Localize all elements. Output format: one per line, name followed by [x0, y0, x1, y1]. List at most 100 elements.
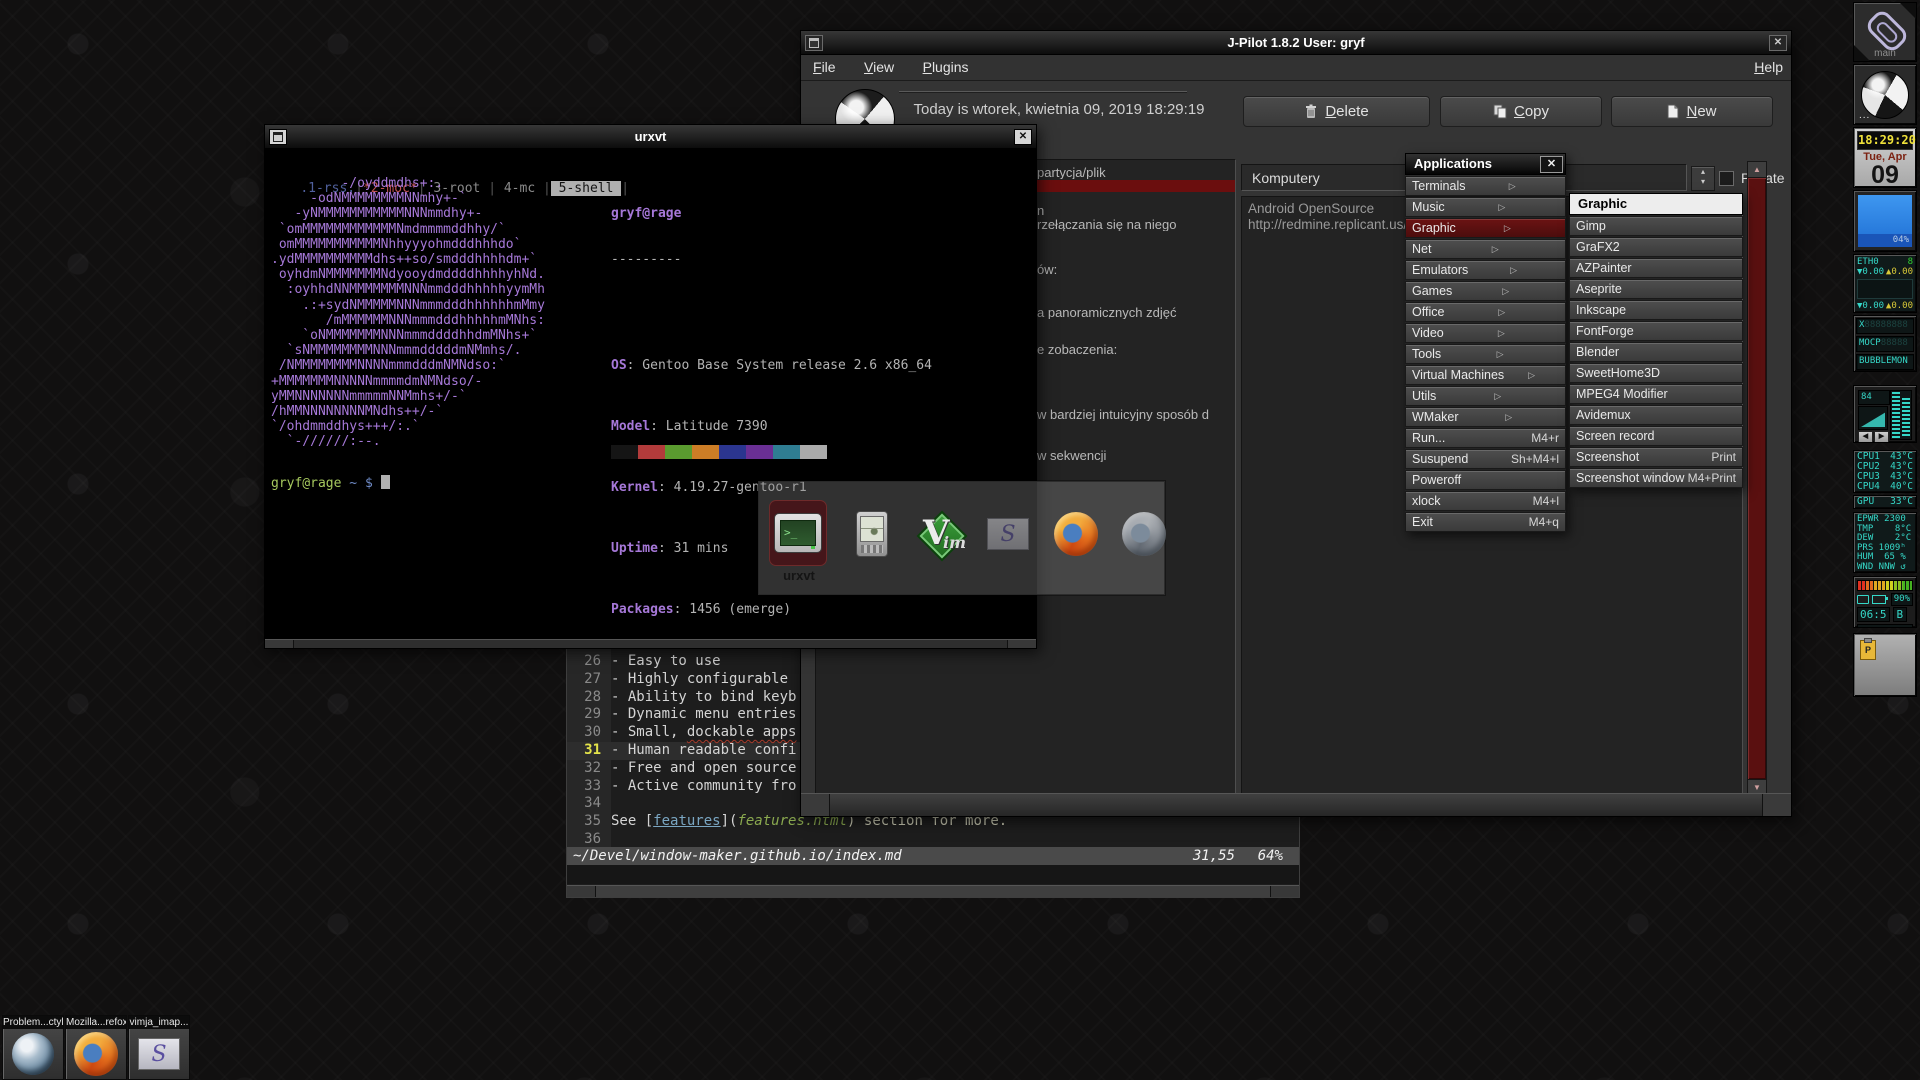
mixer-level-bars — [1890, 390, 1912, 440]
graphic-menu-item[interactable]: Blender — [1569, 342, 1743, 362]
applications-menu-item[interactable]: xlockM4+l — [1405, 491, 1566, 511]
applications-menu: Applications ✕ Terminals▷ Music▷ Graphic… — [1405, 153, 1566, 532]
menu-help[interactable]: Help — [1754, 59, 1783, 75]
jpilot-left-row[interactable]: partycja/plik — [1037, 165, 1235, 179]
applications-menu-item[interactable]: WMaker▷ — [1405, 407, 1566, 427]
menu-close-icon[interactable]: ✕ — [1540, 156, 1563, 173]
graphic-menu-item[interactable]: Screen record — [1569, 426, 1743, 446]
submenu-arrow-icon: ▷ — [1528, 370, 1535, 381]
switcher-item-urxvt[interactable]: >_ — [769, 500, 827, 566]
miniwindow-mail[interactable]: vimja_imap... S — [128, 1015, 190, 1080]
graphic-menu-item[interactable]: MPEG4 Modifier — [1569, 384, 1743, 404]
applications-menu-item[interactable]: SusupendSh+M4+l — [1405, 449, 1566, 469]
jpilot-resizebar[interactable] — [801, 793, 1791, 816]
jpilot-left-row[interactable]: rzełączania się na niego — [1037, 217, 1235, 231]
terminal-close-button[interactable]: ✕ — [1014, 129, 1032, 145]
jpilot-left-row[interactable]: ów: — [1037, 262, 1235, 276]
miniwindow-browser[interactable]: Problem...ctyl — [2, 1015, 64, 1080]
graphic-menu-item[interactable]: GraFX2 — [1569, 237, 1743, 257]
volume-wedge[interactable] — [1858, 406, 1888, 430]
miniaturize-icon — [273, 132, 283, 142]
clip-arrow-icon[interactable] — [1900, 3, 1916, 19]
applications-menu-item[interactable]: Music▷ — [1405, 197, 1566, 217]
palette-swatch — [638, 445, 665, 459]
graphic-menu-item[interactable]: AZPainter — [1569, 258, 1743, 278]
dock-weather-tile[interactable]: EPWR 2300 TMP 8°C DEW 2°C PRS 1009ʰ HUM … — [1853, 512, 1917, 573]
scroll-up-arrow[interactable]: ▲ — [1748, 162, 1766, 178]
delete-button[interactable]: Delete — [1243, 96, 1430, 127]
menu-file[interactable]: File — [801, 55, 848, 75]
graphic-menu-item[interactable]: Avidemux — [1569, 405, 1743, 425]
graphic-menu-item[interactable]: Screenshot windowM4+Print — [1569, 468, 1743, 488]
jpilot-miniaturize-button[interactable] — [805, 35, 823, 51]
graphic-menu-item[interactable]: FontForge — [1569, 321, 1743, 341]
applications-menu-item[interactable]: Poweroff — [1405, 470, 1566, 490]
trash-icon — [1304, 104, 1318, 119]
switcher-item-firefox[interactable] — [1047, 504, 1105, 564]
applications-menu-item[interactable]: Utils▷ — [1405, 386, 1566, 406]
mixer-next-button[interactable]: ▶ — [1874, 431, 1889, 443]
applications-menu-item[interactable]: Virtual Machines▷ — [1405, 365, 1566, 385]
dock-lcd-tile[interactable]: X88888888 MOCP88888 BUBBLEMON — [1853, 315, 1917, 372]
menu-view[interactable]: View — [852, 55, 906, 75]
terminal-resizebar[interactable] — [265, 639, 1036, 648]
combo-spinner[interactable]: ▴▾ — [1691, 166, 1715, 191]
dock-monitor-tile[interactable]: 04% — [1853, 190, 1917, 252]
applications-menu-item[interactable]: Terminals▷ — [1405, 176, 1566, 196]
terminal-miniaturize-button[interactable] — [269, 129, 287, 145]
new-button[interactable]: New — [1611, 96, 1773, 127]
clock-day: 09 — [1854, 163, 1916, 188]
copy-button[interactable]: Copy — [1440, 96, 1602, 127]
applications-menu-item[interactable]: Run...M4+r — [1405, 428, 1566, 448]
graphic-menu-item[interactable]: Inkscape — [1569, 300, 1743, 320]
dock-clip-tile[interactable]: main — [1853, 2, 1917, 62]
miniwindow-firefox[interactable]: Mozilla...refox — [65, 1015, 127, 1080]
dock-gpu-temp-tile[interactable]: GPU33°C — [1853, 495, 1917, 509]
applications-menu-item[interactable]: Graphic▷ — [1405, 218, 1566, 238]
mixer-prev-button[interactable]: ◀ — [1858, 431, 1873, 443]
menu-plugins[interactable]: Plugins — [911, 55, 981, 75]
dock-battery-tile[interactable]: 90% 06:5 B — [1853, 576, 1917, 628]
applications-menu-item[interactable]: Office▷ — [1405, 302, 1566, 322]
dock-cpu-temp-tile[interactable]: CPU143°C CPU243°C CPU343°C CPU440°C — [1853, 450, 1917, 493]
dock-ball-tile[interactable]: ... — [1853, 64, 1917, 125]
applications-menu-item[interactable]: Video▷ — [1405, 323, 1566, 343]
dock-clock-tile[interactable]: 18:29:20 Tue, Apr 09 — [1853, 127, 1917, 188]
dock-network-tile[interactable]: ETH08 ▼0.00▲0.00 ▼0.00▲0.00 — [1853, 254, 1917, 313]
applications-menu-item[interactable]: Net▷ — [1405, 239, 1566, 259]
terminal-titlebar[interactable]: urxvt ✕ — [265, 125, 1036, 149]
jpilot-titlebar[interactable]: J-Pilot 1.8.2 User: gryf ✕ — [801, 31, 1791, 55]
applications-menu-item[interactable]: Emulators▷ — [1405, 260, 1566, 280]
dock-notes-tile[interactable]: P — [1853, 633, 1917, 697]
private-checkbox[interactable] — [1719, 171, 1734, 186]
graphic-menu-item[interactable]: ScreenshotPrint — [1569, 447, 1743, 467]
jpilot-left-row[interactable]: a panoramicznych zdjęć — [1037, 305, 1235, 319]
graphic-menu-item[interactable]: Gimp — [1569, 216, 1743, 236]
mail-icon: S — [138, 1038, 180, 1070]
switcher-item-browser2[interactable] — [1115, 504, 1173, 564]
switcher-item-jpilot[interactable] — [843, 504, 901, 564]
applications-menu-title[interactable]: Applications ✕ — [1405, 153, 1566, 175]
switcher-item-vim[interactable]: Vim — [911, 504, 969, 564]
vim-resizebar[interactable] — [567, 885, 1299, 897]
palette-swatch — [692, 445, 719, 459]
scrollbar-thumb[interactable] — [1748, 178, 1766, 779]
graphic-submenu-title[interactable]: Graphic — [1569, 193, 1743, 215]
graphic-menu-item[interactable]: Aseprite — [1569, 279, 1743, 299]
applications-menu-item[interactable]: ExitM4+q — [1405, 512, 1566, 532]
jpilot-scrollbar[interactable]: ▲ ▼ — [1747, 161, 1767, 796]
jpilot-close-button[interactable]: ✕ — [1769, 35, 1787, 51]
net-graph — [1857, 279, 1913, 299]
switcher-item-mail[interactable]: S — [979, 504, 1037, 564]
jpilot-left-row[interactable]: e zobaczenia: — [1037, 342, 1235, 356]
dock-mixer-tile[interactable]: 84 ◀▶ — [1853, 385, 1917, 443]
applications-menu-item[interactable]: Games▷ — [1405, 281, 1566, 301]
applications-menu-item[interactable]: Tools▷ — [1405, 344, 1566, 364]
jpilot-left-row[interactable]: n — [1037, 203, 1235, 217]
submenu-arrow-icon: ▷ — [1498, 328, 1505, 339]
graphic-menu-item[interactable]: SweetHome3D — [1569, 363, 1743, 383]
jpilot-left-row[interactable]: w sekwencji — [1037, 448, 1235, 462]
jpilot-left-row[interactable]: w bardziej intuicyjny sposób d — [1037, 407, 1235, 421]
jpilot-window-title: J-Pilot 1.8.2 User: gryf — [827, 35, 1765, 50]
monitor-percent: 04% — [1858, 234, 1912, 247]
